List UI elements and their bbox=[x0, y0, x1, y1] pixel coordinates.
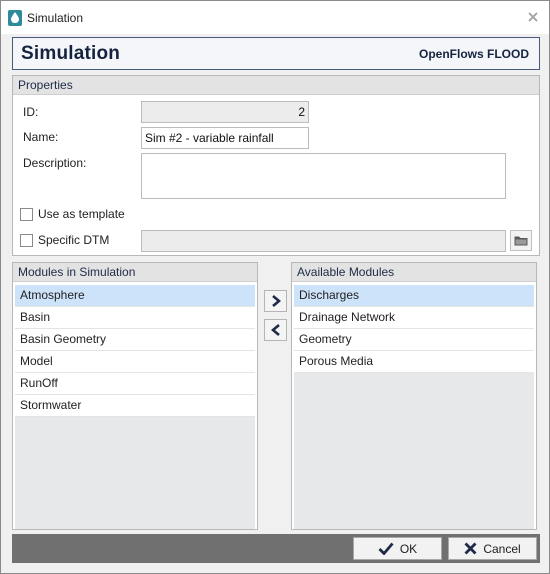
name-label: Name: bbox=[23, 130, 59, 144]
use-template-checkbox[interactable] bbox=[20, 208, 33, 221]
properties-header: Properties bbox=[13, 76, 539, 95]
dialog-footer: OK Cancel bbox=[12, 534, 540, 563]
modules-in-simulation-list: Atmosphere Basin Basin Geometry Model Ru… bbox=[15, 285, 255, 529]
list-item[interactable]: Basin bbox=[15, 307, 255, 329]
list-item[interactable]: Drainage Network bbox=[294, 307, 534, 329]
chevron-right-icon bbox=[271, 295, 281, 307]
list-item[interactable]: Porous Media bbox=[294, 351, 534, 373]
list-item[interactable]: Discharges bbox=[294, 285, 534, 307]
id-field bbox=[141, 101, 309, 123]
page-title: Simulation bbox=[21, 42, 121, 64]
remove-module-button[interactable] bbox=[264, 319, 287, 341]
cancel-label: Cancel bbox=[483, 541, 521, 556]
chevron-left-icon bbox=[270, 324, 280, 336]
list-item[interactable]: Model bbox=[15, 351, 255, 373]
specific-dtm-checkbox[interactable] bbox=[20, 234, 33, 247]
simulation-dialog: Simulation Simulation OpenFlows FLOOD Pr… bbox=[0, 0, 550, 574]
ok-button[interactable]: OK bbox=[353, 537, 442, 560]
dtm-path-field bbox=[141, 230, 506, 252]
list-item[interactable]: Atmosphere bbox=[15, 285, 255, 307]
list-item[interactable]: Stormwater bbox=[15, 395, 255, 417]
list-item[interactable]: RunOff bbox=[15, 373, 255, 395]
folder-icon[interactable] bbox=[510, 230, 532, 251]
add-module-button[interactable] bbox=[264, 290, 287, 312]
specific-dtm-label: Specific DTM bbox=[38, 233, 110, 247]
description-label: Description: bbox=[23, 156, 87, 170]
modules-in-simulation-panel: Modules in Simulation Atmosphere Basin B… bbox=[12, 262, 258, 530]
dialog-header: Simulation OpenFlows FLOOD bbox=[12, 37, 540, 70]
description-field[interactable] bbox=[141, 153, 506, 199]
list-item[interactable]: Basin Geometry bbox=[15, 329, 255, 351]
id-label: ID: bbox=[23, 105, 39, 119]
cancel-button[interactable]: Cancel bbox=[448, 537, 537, 560]
modules-in-simulation-header: Modules in Simulation bbox=[13, 263, 257, 282]
water-drop-icon bbox=[8, 9, 22, 26]
use-template-label: Use as template bbox=[38, 207, 125, 221]
available-modules-panel: Available Modules Discharges Drainage Ne… bbox=[291, 262, 537, 530]
list-item[interactable]: Geometry bbox=[294, 329, 534, 351]
x-icon bbox=[464, 542, 477, 555]
window-title: Simulation bbox=[27, 10, 84, 25]
brand-label: OpenFlows FLOOD bbox=[419, 46, 529, 61]
properties-section: Properties ID: Name: Description: Use as… bbox=[12, 75, 540, 256]
ok-label: OK bbox=[399, 541, 418, 556]
title-bar: Simulation bbox=[1, 1, 549, 34]
close-icon[interactable] bbox=[526, 10, 540, 24]
available-modules-header: Available Modules bbox=[292, 263, 536, 282]
checkmark-icon bbox=[378, 542, 394, 555]
available-modules-list: Discharges Drainage Network Geometry Por… bbox=[294, 285, 534, 529]
name-field[interactable] bbox=[141, 127, 309, 149]
